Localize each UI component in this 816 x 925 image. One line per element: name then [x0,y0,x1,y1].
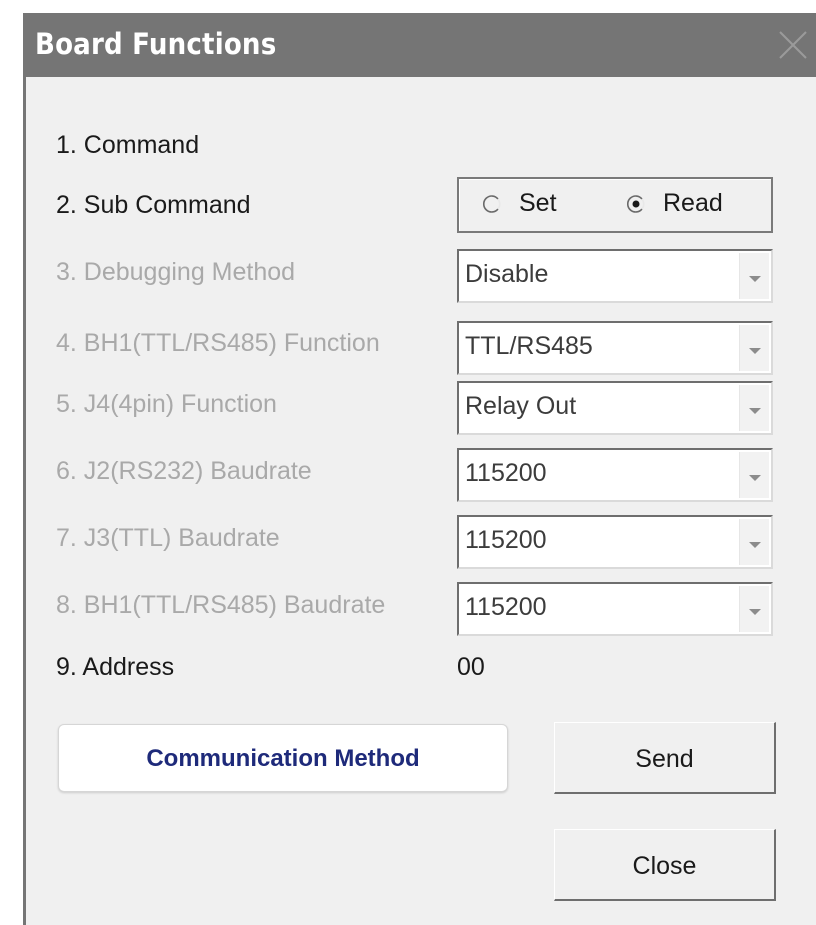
chevron-down-icon[interactable] [739,452,769,498]
chevron-down-icon[interactable] [739,253,769,299]
chevron-down-icon[interactable] [739,519,769,565]
close-button[interactable]: Close [554,829,776,901]
chevron-down-icon[interactable] [739,586,769,632]
title-bar: Board Functions [23,13,816,77]
radio-set-label: Set [519,189,557,217]
bh1-baudrate-select[interactable]: 115200 [457,582,773,636]
bh1-function-select[interactable]: TTL/RS485 [457,321,773,375]
communication-method-button[interactable]: Communication Method [58,724,508,792]
close-label: Close [632,852,697,880]
radio-set[interactable]: Set [483,189,557,218]
j3-baudrate-label: 7. J3(TTL) Baudrate [56,524,280,552]
chevron-down-icon[interactable] [739,385,769,431]
radio-read-label: Read [663,189,723,217]
j2-baudrate-value: 115200 [465,459,547,487]
board-functions-dialog: Board Functions 1. Command 2. Sub Comman… [23,13,816,925]
radio-read[interactable]: Read [627,189,723,218]
command-label: 1. Command [56,131,200,159]
j3-baudrate-select[interactable]: 115200 [457,515,773,569]
debugging-method-select[interactable]: Disable [457,249,773,303]
send-label: Send [635,745,694,773]
radio-icon [483,191,501,213]
bh1-function-label: 4. BH1(TTL/RS485) Function [56,329,380,357]
j4-function-select[interactable]: Relay Out [457,381,773,435]
debugging-method-label: 3. Debugging Method [56,258,296,286]
bh1-baudrate-value: 115200 [465,593,547,621]
window-border [23,77,26,925]
address-label: 9. Address [56,653,175,681]
sub-command-label: 2. Sub Command [56,191,251,219]
bh1-function-value: TTL/RS485 [465,332,593,360]
j2-baudrate-select[interactable]: 115200 [457,448,773,502]
j2-baudrate-label: 6. J2(RS232) Baudrate [56,457,312,485]
close-icon[interactable] [776,28,810,62]
radio-icon [627,191,645,213]
sub-command-radio-group: Set Read [457,177,773,233]
communication-method-label: Communication Method [146,745,420,772]
bh1-baudrate-label: 8. BH1(TTL/RS485) Baudrate [56,591,386,619]
j4-function-label: 5. J4(4pin) Function [56,390,277,418]
window-title: Board Functions [35,27,277,61]
j3-baudrate-value: 115200 [465,526,547,554]
address-value: 00 [457,653,485,681]
j4-function-value: Relay Out [465,392,577,420]
debugging-method-value: Disable [465,260,549,288]
send-button[interactable]: Send [554,722,776,794]
chevron-down-icon[interactable] [739,325,769,371]
